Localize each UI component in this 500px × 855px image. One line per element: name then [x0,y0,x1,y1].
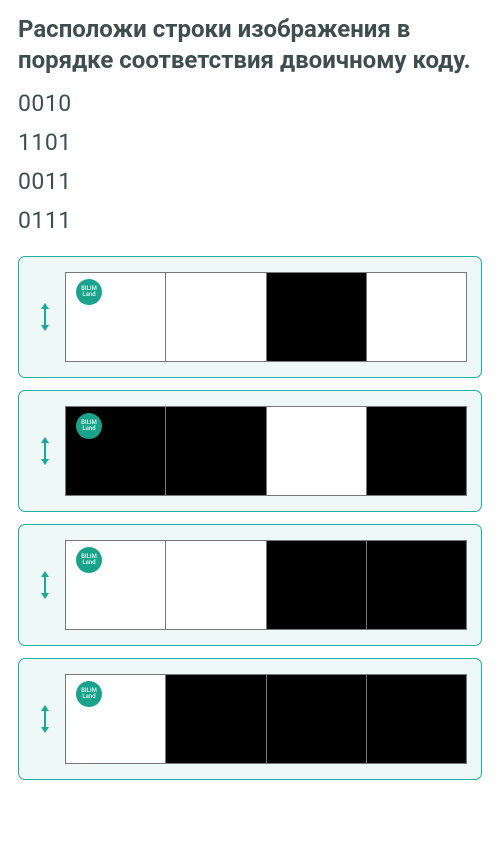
drag-handle-icon[interactable] [25,303,65,331]
cell [166,273,266,361]
code-line: 0010 [18,90,482,117]
binary-row-image: BILIM Land [65,272,467,362]
sortable-cards: BILIM Land BILIM Land BILIM Land [18,256,482,780]
cell [367,675,466,763]
cell [367,541,466,629]
cell [166,541,266,629]
cell [267,273,367,361]
code-list: 0010 1101 0011 0111 [18,90,482,234]
drag-handle-icon[interactable] [25,437,65,465]
code-line: 0011 [18,168,482,195]
code-line: 0111 [18,207,482,234]
drag-handle-icon[interactable] [25,571,65,599]
cell [367,273,466,361]
sortable-card[interactable]: BILIM Land [18,658,482,780]
binary-row-image: BILIM Land [65,540,467,630]
cell [267,675,367,763]
cell [166,407,266,495]
cell [267,407,367,495]
binary-row-image: BILIM Land [65,674,467,764]
binary-row-image: BILIM Land [65,406,467,496]
cell [166,675,266,763]
cell [267,541,367,629]
sortable-card[interactable]: BILIM Land [18,524,482,646]
code-line: 1101 [18,129,482,156]
sortable-card[interactable]: BILIM Land [18,256,482,378]
sortable-card[interactable]: BILIM Land [18,390,482,512]
cell [367,407,466,495]
question-title: Расположи строки изображения в порядке с… [18,14,482,76]
drag-handle-icon[interactable] [25,705,65,733]
